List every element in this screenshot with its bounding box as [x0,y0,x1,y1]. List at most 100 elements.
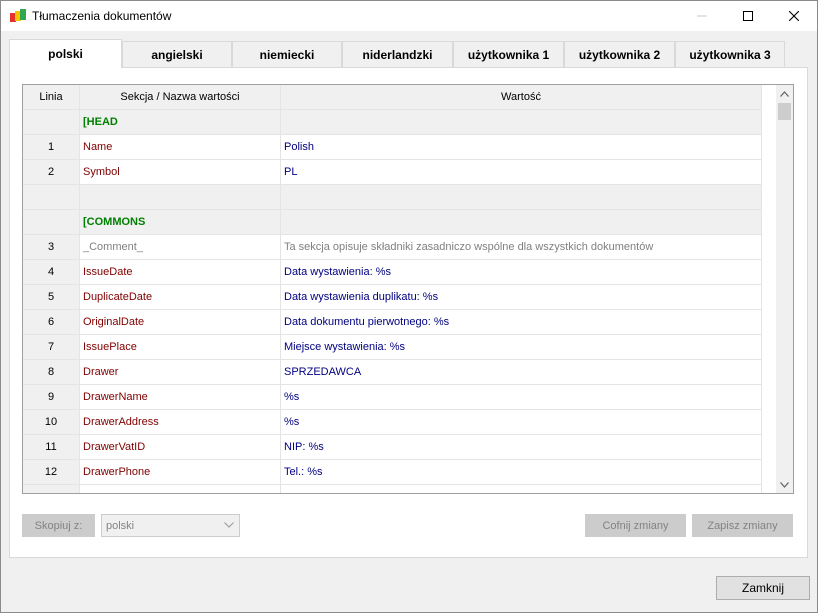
table-row[interactable]: 8 Drawer SPRZEDAWCA [23,360,763,385]
key-name-cell: DrawerPhone [80,460,281,485]
line-number-cell: 11 [23,435,80,460]
value-cell[interactable]: %s [281,385,762,410]
minimize-icon [697,15,707,17]
line-number-cell: 12 [23,460,80,485]
value-cell[interactable] [281,185,762,210]
key-name-cell [80,185,281,210]
section-row[interactable]: [COMMONS [23,210,763,235]
minimize-button[interactable] [679,1,725,31]
line-number-cell: 4 [23,260,80,285]
title-bar: Tłumaczenia dokumentów [1,1,817,31]
key-name-cell: IssuePlace [80,335,281,360]
value-cell[interactable]: PL [281,160,762,185]
tab-niemiecki[interactable]: niemiecki [232,41,342,67]
key-name-cell: Symbol [80,160,281,185]
table-row[interactable]: 7 IssuePlace Miejsce wystawienia: %s [23,335,763,360]
key-name-cell [80,485,281,493]
value-cell[interactable]: Ta sekcja opisuje składniki zasadniczo w… [281,235,762,260]
table-row[interactable]: 11 DrawerVatID NIP: %s [23,435,763,460]
scroll-thumb[interactable] [778,103,791,120]
table-row[interactable]: 12 DrawerPhone Tel.: %s [23,460,763,485]
column-header-name[interactable]: Sekcja / Nazwa wartości [80,85,281,110]
tab-angielski[interactable]: angielski [122,41,232,67]
section-name-cell: [HEAD [80,110,281,135]
value-cell[interactable]: NIP: %s [281,435,762,460]
line-number-cell [23,110,80,135]
translations-grid: Linia Sekcja / Nazwa wartości Wartość [H… [22,84,794,494]
value-cell[interactable]: Data dokumentu pierwotnego: %s [281,310,762,335]
column-header-value[interactable]: Wartość [281,85,762,110]
table-row[interactable] [23,485,763,493]
copy-source-value: polski [106,519,135,532]
table-row[interactable]: 5 DuplicateDate Data wystawienia duplikatu… [23,285,763,310]
translations-app-icon [10,9,26,22]
line-number-cell: 1 [23,135,80,160]
line-number-cell: 7 [23,335,80,360]
line-number-cell [23,485,80,493]
vertical-scrollbar[interactable] [776,85,793,493]
table-row[interactable]: 4 IssueDate Data wystawienia: %s [23,260,763,285]
tab-uzytkownika-1[interactable]: użytkownika 1 [453,41,564,67]
key-name-cell: Drawer [80,360,281,385]
close-window-button[interactable] [771,1,817,31]
tab-uzytkownika-2[interactable]: użytkownika 2 [564,41,675,67]
value-cell[interactable] [281,485,762,493]
value-cell[interactable]: Tel.: %s [281,460,762,485]
value-cell[interactable]: Polish [281,135,762,160]
save-changes-button[interactable]: Zapisz zmiany [692,514,793,537]
value-cell[interactable]: Data wystawienia: %s [281,260,762,285]
dialog-window: Tłumaczenia dokumentów polski angielski … [0,0,818,613]
scroll-down-button[interactable] [776,476,793,493]
line-number-cell: 2 [23,160,80,185]
maximize-icon [743,11,753,21]
close-button[interactable]: Zamknij [716,576,810,600]
copy-source-select[interactable]: polski [101,514,240,537]
key-name-cell: OriginalDate [80,310,281,335]
grid-header: Linia Sekcja / Nazwa wartości Wartość [23,85,763,110]
key-name-cell: _Comment_ [80,235,281,260]
scroll-up-button[interactable] [776,85,793,102]
table-row[interactable]: 6 OriginalDate Data dokumentu pierwotnego:… [23,310,763,335]
grid-body: Linia Sekcja / Nazwa wartości Wartość [H… [23,85,763,493]
table-row[interactable]: 10 DrawerAddress %s [23,410,763,435]
line-number-cell: 3 [23,235,80,260]
chevron-down-icon [224,522,234,528]
tab-polski[interactable]: polski [9,39,122,68]
line-number-cell: 6 [23,310,80,335]
section-row[interactable]: [HEAD [23,110,763,135]
value-cell[interactable] [281,210,762,235]
table-row[interactable]: 2 Symbol PL [23,160,763,185]
key-name-cell: DrawerVatID [80,435,281,460]
value-cell[interactable]: SPRZEDAWCA [281,360,762,385]
line-number-cell: 8 [23,360,80,385]
column-header-line[interactable]: Linia [23,85,80,110]
key-name-cell: Name [80,135,281,160]
line-number-cell [23,210,80,235]
table-row[interactable] [23,185,763,210]
key-name-cell: DuplicateDate [80,285,281,310]
table-row[interactable]: 9 DrawerName %s [23,385,763,410]
window-title: Tłumaczenia dokumentów [32,9,172,23]
value-cell[interactable]: Miejsce wystawienia: %s [281,335,762,360]
key-name-cell: DrawerName [80,385,281,410]
copy-from-button[interactable]: Skopiuj z: [22,514,95,537]
tab-uzytkownika-3[interactable]: użytkownika 3 [675,41,785,67]
chevron-up-icon [780,90,789,97]
tab-panel: Linia Sekcja / Nazwa wartości Wartość [H… [9,67,808,558]
undo-changes-button[interactable]: Cofnij zmiany [585,514,686,537]
line-number-cell: 5 [23,285,80,310]
line-number-cell: 9 [23,385,80,410]
key-name-cell: IssueDate [80,260,281,285]
key-name-cell: DrawerAddress [80,410,281,435]
line-number-cell: 10 [23,410,80,435]
value-cell[interactable]: %s [281,410,762,435]
section-name-cell: [COMMONS [80,210,281,235]
line-number-cell [23,185,80,210]
value-cell[interactable]: Data wystawienia duplikatu: %s [281,285,762,310]
tab-niderlandzki[interactable]: niderlandzki [342,41,453,67]
table-row[interactable]: 1 Name Polish [23,135,763,160]
maximize-button[interactable] [725,1,771,31]
close-icon [789,11,799,21]
table-row[interactable]: 3 _Comment_ Ta sekcja opisuje składniki za… [23,235,763,260]
value-cell[interactable] [281,110,762,135]
